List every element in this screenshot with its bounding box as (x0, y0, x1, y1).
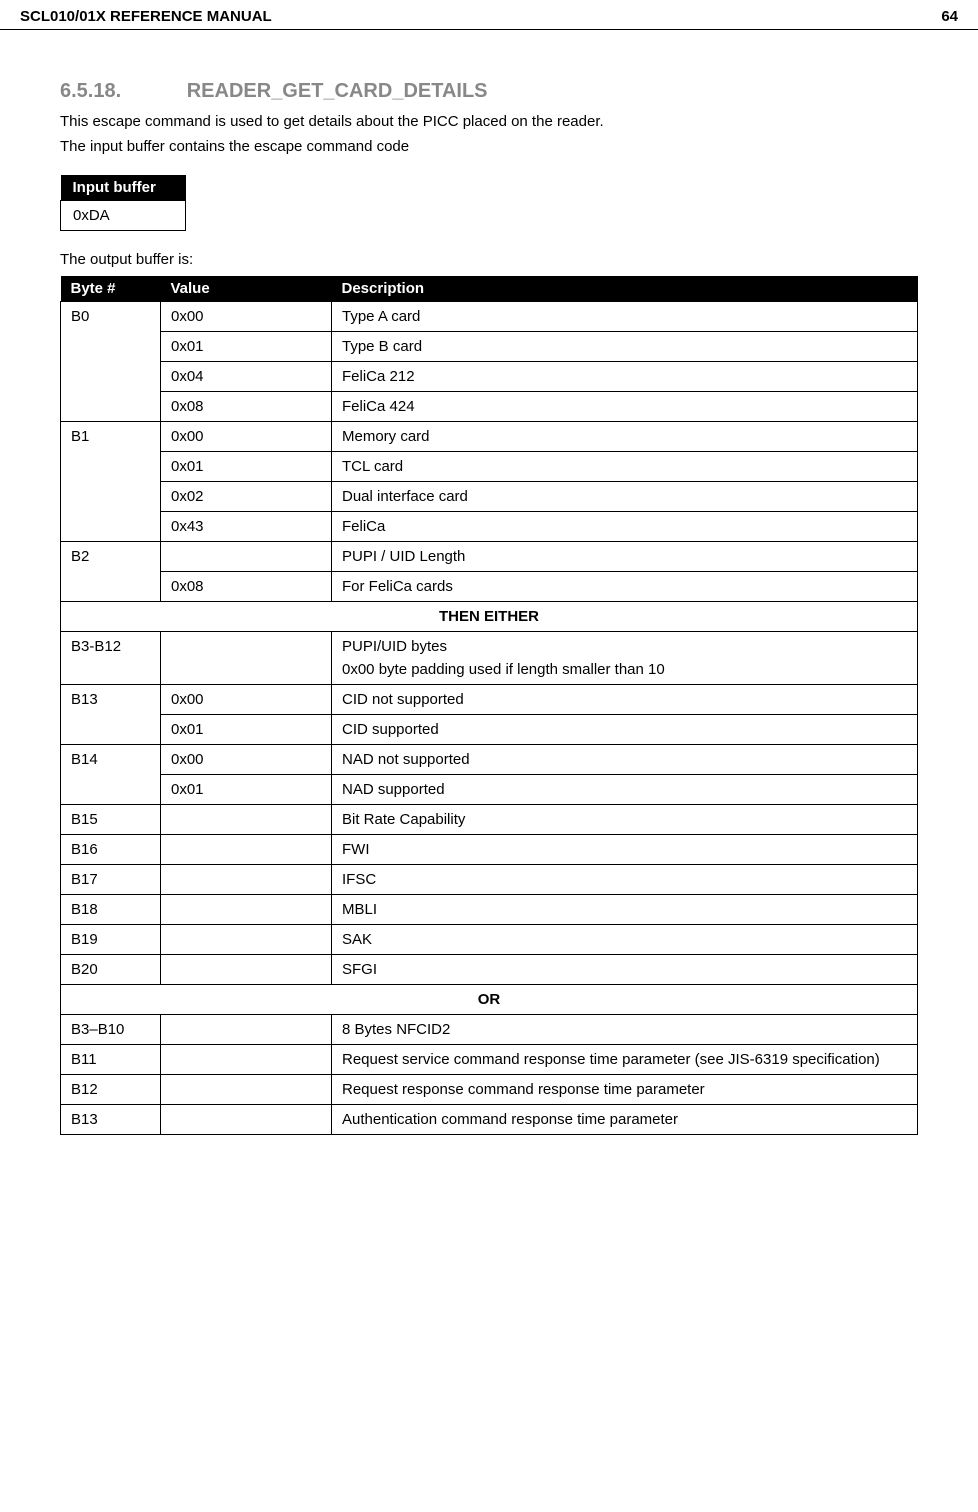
cell-desc-line2: 0x00 byte padding used if length smaller… (342, 661, 907, 678)
cell-value: 0x00 (161, 302, 332, 332)
cell-desc: FeliCa 424 (332, 392, 918, 422)
cell-value (161, 805, 332, 835)
cell-desc: For FeliCa cards (332, 572, 918, 602)
cell-b18: B18 (61, 895, 161, 925)
cell-desc: MBLI (332, 895, 918, 925)
cell-desc: Memory card (332, 422, 918, 452)
cell-value (161, 542, 332, 572)
intro-text-2: The input buffer contains the escape com… (60, 138, 918, 155)
cell-b19: B19 (61, 925, 161, 955)
input-buffer-header: Input buffer (61, 175, 186, 201)
cell-desc-line1: PUPI/UID bytes (342, 638, 907, 655)
cell-b3-b10: B3–B10 (61, 1015, 161, 1045)
then-either-divider: THEN EITHER (61, 602, 918, 632)
cell-desc: SAK (332, 925, 918, 955)
cell-b14: B14 (61, 745, 161, 805)
cell-value: 0x01 (161, 775, 332, 805)
cell-value: 0x01 (161, 452, 332, 482)
output-buffer-table: Byte # Value Description B0 0x00 Type A … (60, 276, 918, 1135)
cell-value (161, 835, 332, 865)
cell-value (161, 865, 332, 895)
cell-value: 0x02 (161, 482, 332, 512)
cell-value (161, 1015, 332, 1045)
cell-desc: PUPI/UID bytes 0x00 byte padding used if… (332, 632, 918, 685)
page-header: SCL010/01X REFERENCE MANUAL 64 (0, 0, 978, 30)
cell-desc: TCL card (332, 452, 918, 482)
cell-b2: B2 (61, 542, 161, 602)
cell-desc: Dual interface card (332, 482, 918, 512)
cell-b13: B13 (61, 685, 161, 745)
cell-b3-b12: B3-B12 (61, 632, 161, 685)
cell-value (161, 1045, 332, 1075)
cell-desc: Request response command response time p… (332, 1075, 918, 1105)
cell-desc: FWI (332, 835, 918, 865)
cell-desc: Authentication command response time par… (332, 1105, 918, 1135)
cell-value: 0x08 (161, 392, 332, 422)
page-number: 64 (941, 8, 958, 25)
cell-b15: B15 (61, 805, 161, 835)
cell-desc: 8 Bytes NFCID2 (332, 1015, 918, 1045)
cell-value (161, 632, 332, 685)
cell-b20: B20 (61, 955, 161, 985)
cell-b16: B16 (61, 835, 161, 865)
or-divider: OR (61, 985, 918, 1015)
section-number: 6.5.18. (60, 80, 121, 102)
cell-desc: SFGI (332, 955, 918, 985)
cell-desc: Type A card (332, 302, 918, 332)
cell-b1: B1 (61, 422, 161, 542)
cell-value: 0x08 (161, 572, 332, 602)
cell-desc: NAD supported (332, 775, 918, 805)
cell-desc: CID not supported (332, 685, 918, 715)
cell-b0: B0 (61, 302, 161, 422)
cell-desc: FeliCa (332, 512, 918, 542)
cell-value (161, 1105, 332, 1135)
cell-value: 0x01 (161, 715, 332, 745)
cell-value: 0x00 (161, 745, 332, 775)
cell-value (161, 955, 332, 985)
cell-b11: B11 (61, 1045, 161, 1075)
cell-b12: B12 (61, 1075, 161, 1105)
cell-b13-alt: B13 (61, 1105, 161, 1135)
col-header-byte: Byte # (61, 276, 161, 302)
cell-desc: NAD not supported (332, 745, 918, 775)
section-title: READER_GET_CARD_DETAILS (187, 80, 488, 102)
cell-desc: IFSC (332, 865, 918, 895)
cell-desc: Request service command response time pa… (332, 1045, 918, 1075)
output-intro: The output buffer is: (60, 251, 918, 268)
cell-b17: B17 (61, 865, 161, 895)
cell-value: 0x00 (161, 422, 332, 452)
cell-value (161, 1075, 332, 1105)
section-heading: 6.5.18. READER_GET_CARD_DETAILS (60, 80, 918, 103)
intro-text-1: This escape command is used to get detai… (60, 113, 918, 130)
cell-desc: CID supported (332, 715, 918, 745)
col-header-description: Description (332, 276, 918, 302)
cell-value (161, 895, 332, 925)
cell-value: 0x04 (161, 362, 332, 392)
cell-value: 0x01 (161, 332, 332, 362)
cell-desc: FeliCa 212 (332, 362, 918, 392)
col-header-value: Value (161, 276, 332, 302)
input-buffer-table: Input buffer 0xDA (60, 175, 186, 231)
input-buffer-value: 0xDA (61, 201, 186, 231)
cell-value: 0x43 (161, 512, 332, 542)
cell-value (161, 925, 332, 955)
cell-desc: Type B card (332, 332, 918, 362)
cell-desc: Bit Rate Capability (332, 805, 918, 835)
doc-title: SCL010/01X REFERENCE MANUAL (20, 8, 272, 25)
cell-value: 0x00 (161, 685, 332, 715)
cell-desc: PUPI / UID Length (332, 542, 918, 572)
